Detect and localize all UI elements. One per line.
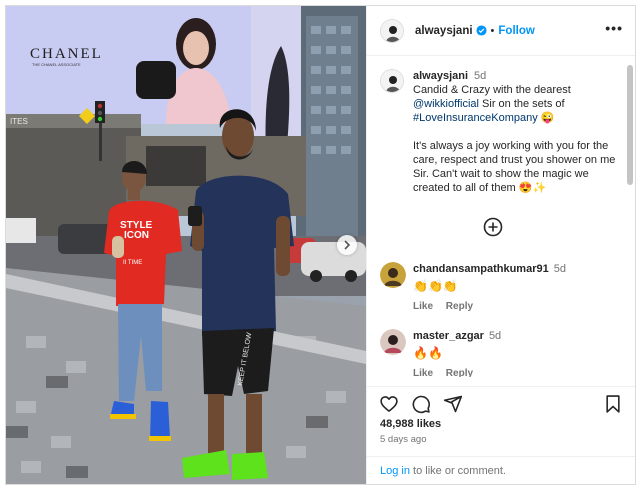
billboard-brand: CHANEL <box>30 46 103 62</box>
login-prompt: Log in to like or comment. <box>367 456 635 484</box>
add-circle-icon[interactable] <box>483 217 503 237</box>
bookmark-icon[interactable] <box>603 394 623 414</box>
comments-scrollbar[interactable] <box>627 65 633 185</box>
commenter-avatar[interactable] <box>380 329 406 355</box>
caption-emoji-1: 😜 <box>540 112 555 124</box>
post-dialog: CHANEL THE CHANEL ASSOCIATE ITES STYLE I… <box>5 5 636 485</box>
caption-line-2: Sir on the sets of <box>478 98 565 110</box>
login-prompt-text: to like or comment. <box>409 465 506 477</box>
likes-count[interactable]: 48,988 likes <box>380 418 441 430</box>
post-caption: alwaysjani 5d Candid & Crazy with the dea… <box>380 69 620 195</box>
more-options-button[interactable]: ••• <box>605 21 623 35</box>
caption-mention-link[interactable]: @wikkiofficial <box>413 98 479 110</box>
comment-item: master_azgar 5d 🔥🔥 Like Reply <box>380 329 620 377</box>
comments-section: alwaysjani 5d Candid & Crazy with the dea… <box>367 57 635 377</box>
action-bar <box>367 386 635 416</box>
comment-like-button[interactable]: Like <box>413 368 433 377</box>
carousel-next-button[interactable] <box>337 235 357 255</box>
comment-reply-button[interactable]: Reply <box>446 368 473 377</box>
chevron-right-icon <box>344 240 351 250</box>
post-sidebar: alwaysjani • Follow ••• alwaysjani 5d Can… <box>366 6 635 484</box>
caption-line-1: Candid & Crazy with the dearest <box>413 84 571 96</box>
login-link[interactable]: Log in <box>380 465 410 477</box>
billboard-subtext: THE CHANEL ASSOCIATE <box>32 62 81 67</box>
share-icon[interactable] <box>443 394 463 414</box>
comment-item: chandansampathkumar91 5d 👏👏👏 Like Reply <box>380 262 620 314</box>
commenter-username[interactable]: chandansampathkumar91 <box>413 263 549 275</box>
follow-button[interactable]: Follow <box>498 25 534 37</box>
caption-hashtag-link[interactable]: #LoveInsuranceKompany <box>413 112 538 124</box>
comment-text: 🔥🔥 <box>413 346 443 360</box>
comment-like-button[interactable]: Like <box>413 301 433 312</box>
post-header: alwaysjani • Follow ••• <box>367 6 635 56</box>
verified-icon <box>476 25 487 36</box>
storefront-sign: ITES <box>10 117 28 126</box>
comment-time: 5d <box>553 263 566 275</box>
comment-time: 5d <box>488 330 502 342</box>
comment-text: 👏👏👏 <box>413 279 458 293</box>
caption-time: 5d <box>474 70 487 82</box>
caption-username[interactable]: alwaysjani <box>413 70 468 82</box>
caption-avatar[interactable] <box>380 69 404 93</box>
commenter-username[interactable]: master_azgar <box>413 330 484 342</box>
shirt-print-3: II TIME <box>123 260 142 266</box>
shirt-print-2: ICON <box>124 230 149 241</box>
author-avatar[interactable] <box>380 18 404 43</box>
comment-reply-button[interactable]: Reply <box>446 301 473 312</box>
heart-icon[interactable] <box>379 394 399 414</box>
caption-emoji-2: 😍✨ <box>518 182 547 194</box>
post-photo[interactable]: CHANEL THE CHANEL ASSOCIATE ITES STYLE I… <box>6 6 366 484</box>
comment-icon[interactable] <box>411 394 431 414</box>
separator-dot: • <box>490 24 495 37</box>
post-timestamp: 5 days ago <box>380 434 427 445</box>
commenter-avatar[interactable] <box>380 262 406 288</box>
caption-paragraph-2: It's always a joy working with you for t… <box>413 140 616 194</box>
author-username[interactable]: alwaysjani <box>415 25 473 37</box>
